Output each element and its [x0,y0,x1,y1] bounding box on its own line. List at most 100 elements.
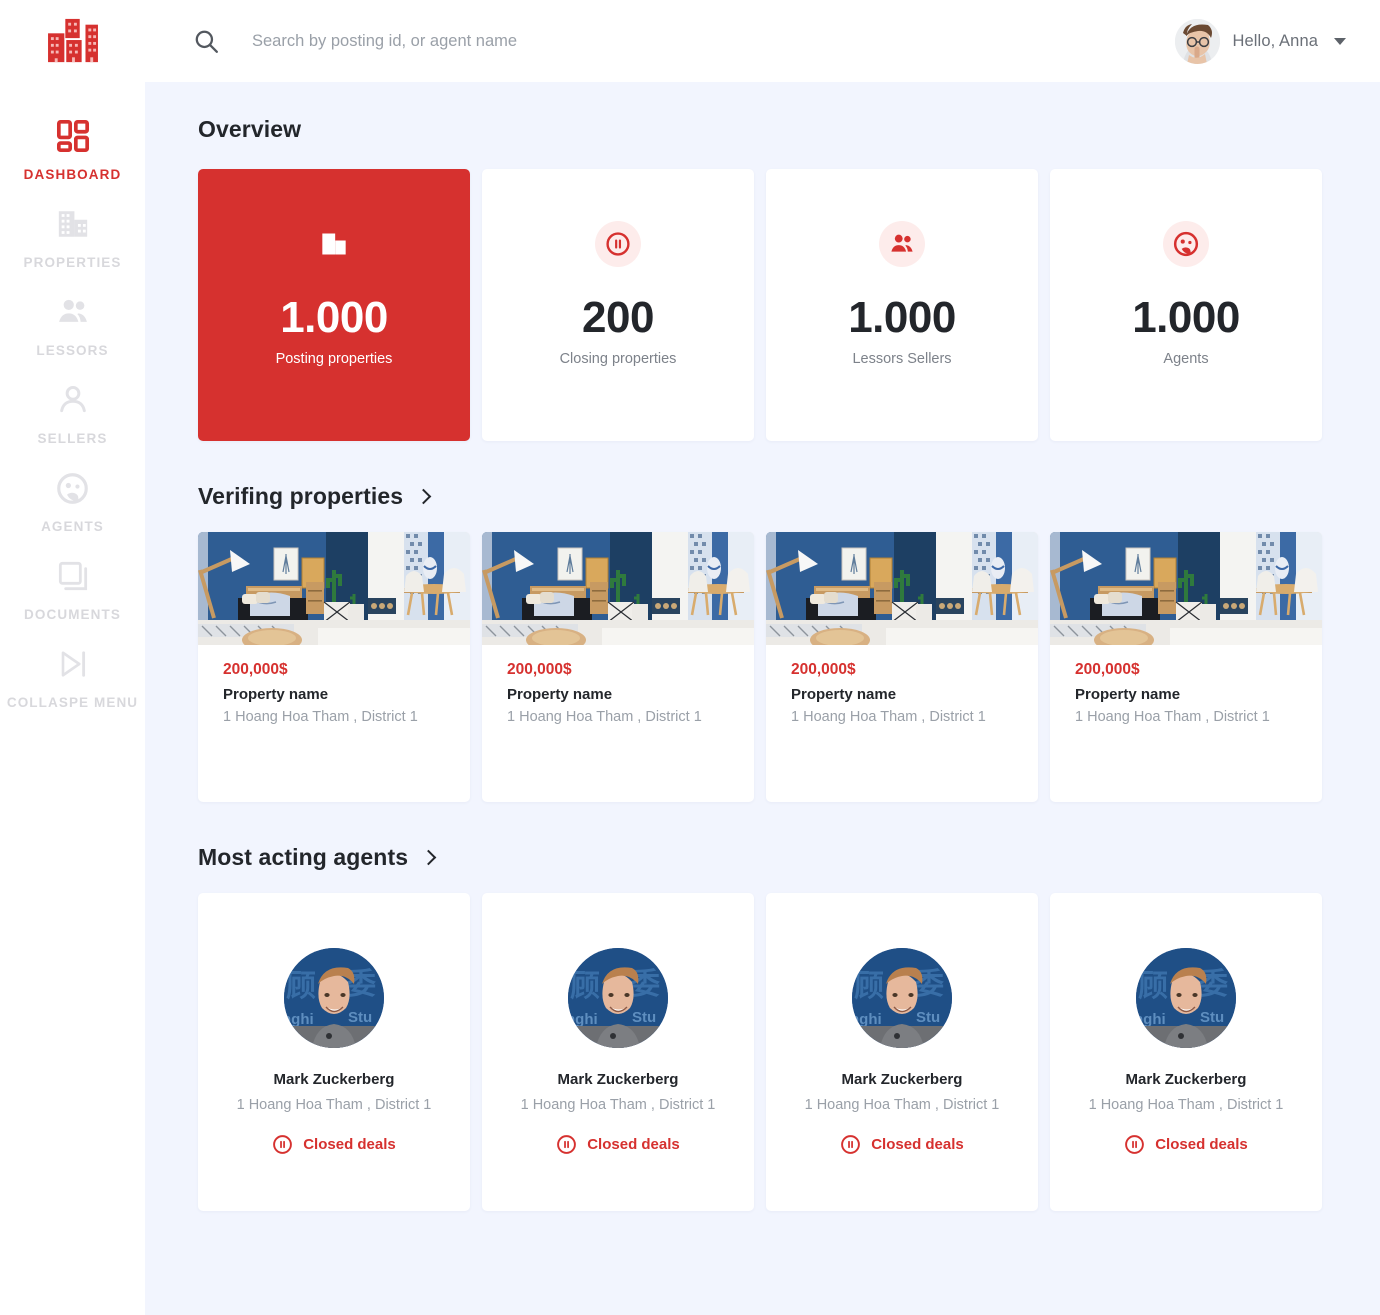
property-address: 1 Hoang Hoa Tham , District 1 [223,709,418,725]
sidebar-label-properties: PROPERTIES [23,255,122,270]
sidebar: DASHBOARD PROPERTIES LESSORS SELLERS AGE… [0,82,145,1315]
sidebar-label-dashboard: DASHBOARD [23,167,122,182]
property-image [482,532,754,645]
agent-portrait-image [852,948,952,1048]
stat-card-closing-properties[interactable]: 200 Closing properties [482,169,754,441]
chevron-down-icon[interactable] [1334,37,1346,45]
verifying-properties-list: 200,000$ Property name 1 Hoang Hoa Tham … [198,532,1380,802]
app-logo[interactable] [0,0,145,82]
building-icon [311,221,357,267]
documents-layers-icon [57,554,89,598]
main-content: Overview 1.000 Posting properties 200 Cl… [145,82,1380,1315]
most-acting-agents-title: Most acting agents [198,844,409,870]
stat-card-agents[interactable]: 1.000 Agents [1050,169,1322,441]
sidebar-label-lessors: LESSORS [36,343,109,358]
property-address: 1 Hoang Hoa Tham , District 1 [1075,709,1270,725]
agent-address: 1 Hoang Hoa Tham , District 1 [804,1097,1000,1113]
stat-value: 1.000 [280,293,388,342]
stat-label: Closing properties [559,351,677,367]
agent-address: 1 Hoang Hoa Tham , District 1 [236,1097,432,1113]
avatar [1174,18,1220,64]
verifying-properties-title: Verifing properties [198,483,404,509]
user-menu[interactable]: Hello, Anna [1174,0,1380,82]
building-icon [56,202,90,246]
stat-label: Posting properties [275,351,393,367]
app-root: Hello, Anna DASHBOARD PROPERTIES LESSORS [0,0,1380,1315]
stat-label: Agents [1163,351,1209,367]
closed-deals-badge[interactable]: Closed deals [840,1134,964,1155]
sidebar-item-sellers[interactable]: SELLERS [0,378,145,466]
pause-circle-icon [595,221,641,267]
verifying-properties-heading[interactable]: Verifing properties [198,483,1380,510]
sidebar-item-collapse-menu[interactable]: COLLASPE MENU [0,642,145,730]
page-title: Overview [198,116,302,142]
closed-deals-badge[interactable]: Closed deals [272,1134,396,1155]
collapse-skip-icon [58,642,88,686]
sidebar-label-agents: AGENTS [41,519,104,534]
sidebar-label-collapse-menu: COLLASPE MENU [6,695,139,710]
pause-circle-icon [840,1134,861,1155]
dashboard-grid-icon [56,114,90,158]
property-name: Property name [1075,686,1181,703]
stat-value: 1.000 [1132,293,1240,342]
property-price: 200,000$ [223,661,288,678]
search-bar[interactable] [145,0,1175,82]
user-avatar-image [1175,19,1220,64]
sidebar-label-sellers: SELLERS [37,431,108,446]
people-group-icon [56,290,90,334]
pause-circle-icon [272,1134,293,1155]
property-image [1050,532,1322,645]
agent-card[interactable]: Mark Zuckerberg 1 Hoang Hoa Tham , Distr… [766,893,1038,1211]
property-card[interactable]: 200,000$ Property name 1 Hoang Hoa Tham … [766,532,1038,802]
property-card[interactable]: 200,000$ Property name 1 Hoang Hoa Tham … [198,532,470,802]
person-icon [57,378,89,422]
stat-value: 1.000 [848,293,956,342]
support-agent-icon [56,466,89,510]
agent-address: 1 Hoang Hoa Tham , District 1 [520,1097,716,1113]
property-image [766,532,1038,645]
property-name: Property name [507,686,613,703]
avatar [284,948,384,1048]
agent-card[interactable]: Mark Zuckerberg 1 Hoang Hoa Tham , Distr… [1050,893,1322,1211]
buildings-logo-icon [46,17,100,65]
search-input[interactable] [252,31,732,51]
property-price: 200,000$ [791,661,856,678]
pause-circle-icon [556,1134,577,1155]
closed-deals-badge[interactable]: Closed deals [556,1134,680,1155]
most-acting-agents-heading[interactable]: Most acting agents [198,844,1380,871]
property-card[interactable]: 200,000$ Property name 1 Hoang Hoa Tham … [482,532,754,802]
stat-card-posting-properties[interactable]: 1.000 Posting properties [198,169,470,441]
property-card[interactable]: 200,000$ Property name 1 Hoang Hoa Tham … [1050,532,1322,802]
agent-card[interactable]: Mark Zuckerberg 1 Hoang Hoa Tham , Distr… [198,893,470,1211]
stat-label: Lessors Sellers [852,351,952,367]
chevron-right-icon[interactable] [420,849,437,866]
avatar [568,948,668,1048]
property-address: 1 Hoang Hoa Tham , District 1 [791,709,986,725]
avatar [852,948,952,1048]
property-image [198,532,470,645]
overview-stat-cards: 1.000 Posting properties 200 Closing pro… [198,169,1380,441]
top-bar: Hello, Anna [0,0,1380,82]
chevron-right-icon[interactable] [415,488,432,505]
sidebar-item-properties[interactable]: PROPERTIES [0,202,145,290]
overview-heading: Overview [198,116,1380,143]
support-agent-icon [1163,221,1209,267]
agent-name: Mark Zuckerberg [1125,1071,1247,1088]
agent-card[interactable]: Mark Zuckerberg 1 Hoang Hoa Tham , Distr… [482,893,754,1211]
sidebar-item-lessors[interactable]: LESSORS [0,290,145,378]
property-address: 1 Hoang Hoa Tham , District 1 [507,709,702,725]
avatar [1136,948,1236,1048]
property-name: Property name [223,686,329,703]
agent-name: Mark Zuckerberg [841,1071,963,1088]
property-price: 200,000$ [1075,661,1140,678]
closed-deals-badge[interactable]: Closed deals [1124,1134,1248,1155]
sidebar-item-agents[interactable]: AGENTS [0,466,145,554]
stat-value: 200 [582,293,654,342]
sidebar-item-dashboard[interactable]: DASHBOARD [0,114,145,202]
search-icon[interactable] [193,28,219,54]
user-greeting: Hello, Anna [1232,31,1318,50]
stat-card-lessors-sellers[interactable]: 1.000 Lessors Sellers [766,169,1038,441]
sidebar-item-documents[interactable]: DOCUMENTS [0,554,145,642]
agent-name: Mark Zuckerberg [557,1071,679,1088]
sidebar-label-documents: DOCUMENTS [24,607,121,622]
